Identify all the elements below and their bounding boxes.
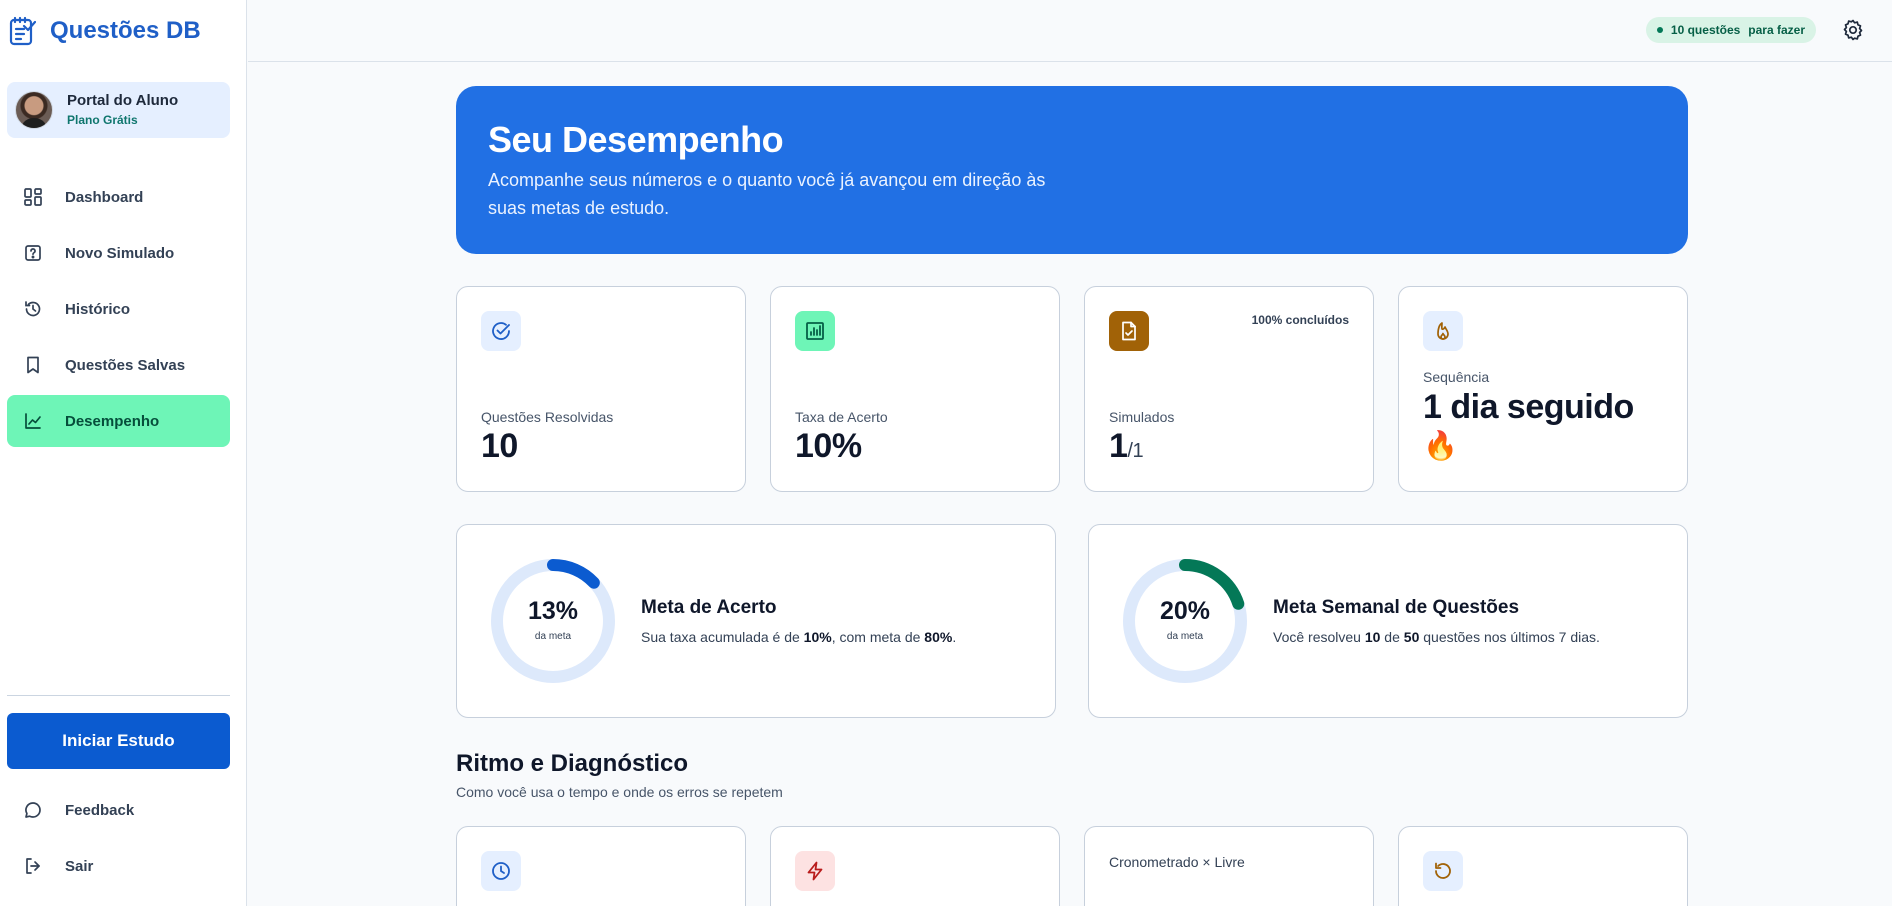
- goal-percent: 20%: [1159, 597, 1211, 625]
- document-check-icon: [1109, 311, 1149, 351]
- stat-card-simulados: 100% concluídos Simulados 1/1: [1084, 286, 1374, 492]
- dashboard-icon: [23, 187, 43, 207]
- simulados-completion-badge: 100% concluídos: [1251, 313, 1349, 327]
- pending-count: 10 questões: [1670, 23, 1741, 37]
- stat-value: 10%: [795, 427, 862, 465]
- sidebar-bottom-nav: Feedback Sair: [7, 784, 230, 896]
- question-icon: [23, 243, 43, 263]
- sidebar: Questões DB Portal do Aluno Plano Grátis…: [0, 0, 247, 906]
- stat-value-main: 1: [1109, 427, 1128, 465]
- flame-icon: [1423, 311, 1463, 351]
- bar-chart-icon: [795, 311, 835, 351]
- pending-questions-badge[interactable]: 10 questões para fazer: [1645, 17, 1816, 43]
- performance-hero: Seu Desempenho Acompanhe seus números e …: [456, 86, 1688, 254]
- goal-card-meta-de-acerto: 13% da meta Meta de Acerto Sua taxa acum…: [456, 524, 1056, 718]
- status-dot-icon: [1656, 27, 1663, 33]
- stat-value: 1 dia seguido: [1423, 388, 1634, 426]
- sidebar-item-desempenho[interactable]: Desempenho: [7, 395, 230, 447]
- user-name: Portal do Aluno: [67, 92, 179, 109]
- logout-icon: [23, 856, 43, 876]
- page-subtitle: Acompanhe seus números e o quanto você j…: [488, 170, 1046, 218]
- notebook-check-icon: [8, 14, 36, 48]
- sidebar-item-novo-simulado[interactable]: Novo Simulado: [7, 227, 230, 279]
- history-icon: [23, 299, 43, 319]
- stat-label: Questões Resolvidas: [481, 409, 614, 425]
- goal-title: Meta de Acerto: [641, 597, 777, 618]
- section-subtitle: Como você usa o tempo e onde os erros se…: [456, 784, 783, 800]
- goal-description: Você resolveu 10 de 50 questões nos últi…: [1273, 629, 1600, 645]
- rotate-icon: [1423, 851, 1463, 891]
- goal-progress-ring: 13% da meta: [489, 557, 617, 685]
- user-plan: Plano Grátis: [67, 113, 138, 127]
- sidebar-item-questoes-salvas[interactable]: Questões Salvas: [7, 339, 230, 391]
- sidebar-divider: [7, 695, 230, 696]
- goal-title: Meta Semanal de Questões: [1273, 597, 1520, 618]
- sidebar-item-label: Questões Salvas: [65, 356, 186, 374]
- chart-line-icon: [23, 411, 43, 431]
- user-card[interactable]: Portal do Aluno Plano Grátis: [7, 82, 230, 138]
- sidebar-item-label: Dashboard: [65, 188, 144, 206]
- top-bar: 10 questões para fazer: [248, 0, 1892, 62]
- sidebar-item-label: Sair: [65, 857, 94, 875]
- sidebar-item-label: Desempenho: [65, 412, 160, 430]
- goal-percent: 13%: [527, 597, 579, 625]
- start-study-button[interactable]: Iniciar Estudo: [7, 713, 230, 769]
- clock-icon: [481, 851, 521, 891]
- settings-gear-icon[interactable]: [1840, 17, 1866, 43]
- lightning-icon: [795, 851, 835, 891]
- sidebar-item-historico[interactable]: Histórico: [7, 283, 230, 335]
- pending-suffix: para fazer: [1748, 23, 1805, 37]
- brand[interactable]: Questões DB: [8, 14, 201, 48]
- stat-value: 10: [481, 427, 518, 465]
- sidebar-item-dashboard[interactable]: Dashboard: [7, 171, 230, 223]
- check-circle-icon: [481, 311, 521, 351]
- diagnostic-card-speed: [770, 826, 1060, 906]
- sidebar-item-feedback[interactable]: Feedback: [7, 784, 230, 836]
- goal-percent-sub: da meta: [1166, 631, 1204, 642]
- sidebar-item-label: Novo Simulado: [65, 244, 175, 262]
- stat-label: Taxa de Acerto: [795, 409, 888, 425]
- diagnostic-card-time: [456, 826, 746, 906]
- fire-emoji: 🔥: [1423, 430, 1458, 461]
- diagnostic-card-retry: [1398, 826, 1688, 906]
- stat-value: 1/1: [1109, 427, 1144, 466]
- page-title: Seu Desempenho: [488, 119, 784, 160]
- goal-description: Sua taxa acumulada é de 10%, com meta de…: [641, 629, 957, 645]
- sidebar-item-label: Histórico: [65, 300, 131, 318]
- bookmark-icon: [23, 355, 43, 375]
- stat-card-taxa-de-acerto: Taxa de Acerto 10%: [770, 286, 1060, 492]
- goal-progress-ring: 20% da meta: [1121, 557, 1249, 685]
- avatar: [15, 91, 53, 129]
- goal-card-meta-semanal: 20% da meta Meta Semanal de Questões Voc…: [1088, 524, 1688, 718]
- diagnostic-card-label: Cronometrado × Livre: [1109, 854, 1245, 870]
- diagnostic-card-cronometrado: Cronometrado × Livre: [1084, 826, 1374, 906]
- stat-value-suffix: /1: [1127, 440, 1144, 462]
- stat-label: Simulados: [1109, 409, 1175, 425]
- goal-percent-sub: da meta: [534, 631, 572, 642]
- stat-card-sequencia: Sequência 1 dia seguido 🔥: [1398, 286, 1688, 492]
- section-title: Ritmo e Diagnóstico: [456, 750, 689, 777]
- sidebar-nav: Dashboard Novo Simulado Histórico Questõ…: [7, 171, 230, 451]
- sidebar-item-label: Feedback: [65, 801, 135, 819]
- app-title: Questões DB: [50, 17, 201, 44]
- stat-card-questoes-resolvidas: Questões Resolvidas 10: [456, 286, 746, 492]
- sidebar-item-sair[interactable]: Sair: [7, 840, 230, 892]
- stat-label: Sequência: [1423, 369, 1490, 385]
- message-circle-icon: [23, 800, 43, 820]
